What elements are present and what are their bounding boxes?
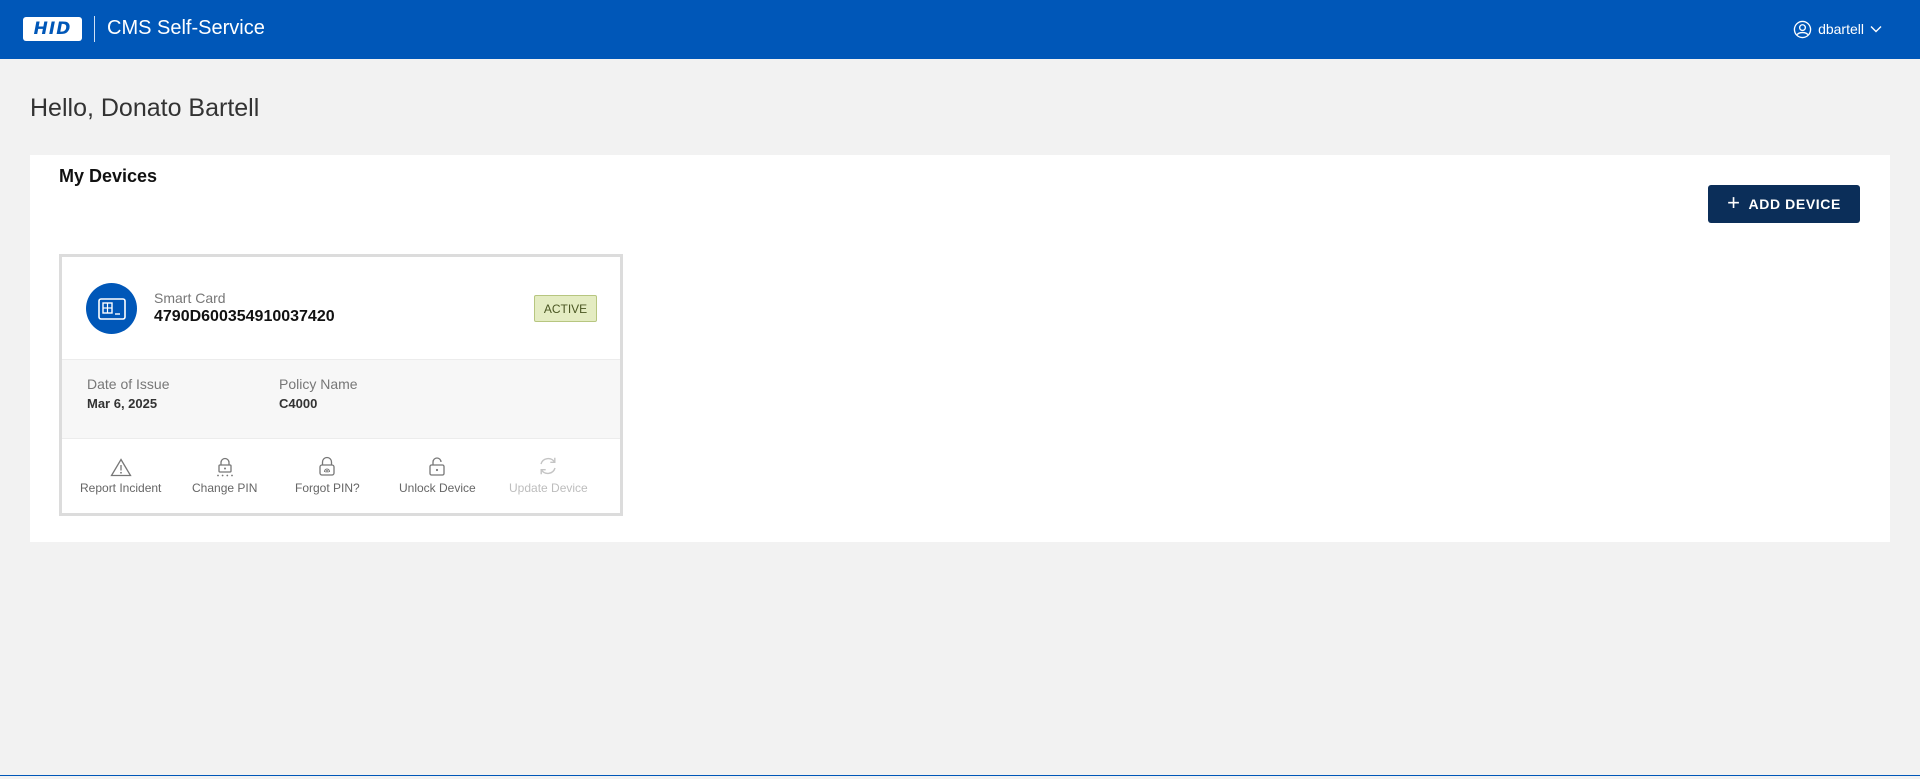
smart-card-icon bbox=[86, 283, 137, 334]
unlock-device-label: Unlock Device bbox=[399, 481, 476, 495]
user-menu[interactable]: dbartell bbox=[1793, 18, 1882, 40]
unlock-device-action[interactable]: Unlock Device bbox=[399, 455, 476, 495]
date-of-issue: Date of Issue Mar 6, 2025 bbox=[87, 376, 170, 411]
panel-title: My Devices bbox=[59, 166, 158, 186]
refresh-icon bbox=[537, 455, 559, 477]
device-serial: 4790D600354910037420 bbox=[154, 308, 335, 325]
device-details: Date of Issue Mar 6, 2025 Policy Name C4… bbox=[62, 359, 620, 439]
plus-icon: + bbox=[1727, 190, 1741, 215]
device-card: Smart Card 4790D600354910037420 ACTIVE D… bbox=[59, 254, 623, 516]
logo-divider bbox=[94, 16, 95, 42]
device-card-header: Smart Card 4790D600354910037420 ACTIVE bbox=[62, 257, 620, 359]
add-device-label: ADD DEVICE bbox=[1748, 196, 1841, 212]
warning-triangle-icon bbox=[110, 455, 132, 477]
greeting-heading: Hello, Donato Bartell bbox=[30, 94, 260, 122]
chevron-down-icon bbox=[1870, 25, 1882, 33]
date-of-issue-label: Date of Issue bbox=[87, 376, 170, 392]
policy-name-label: Policy Name bbox=[279, 376, 358, 392]
report-incident-action[interactable]: Report Incident bbox=[80, 455, 161, 495]
app-title: CMS Self-Service bbox=[107, 17, 265, 39]
device-type: Smart Card bbox=[154, 290, 226, 306]
update-device-label: Update Device bbox=[509, 481, 588, 495]
status-badge: ACTIVE bbox=[534, 295, 597, 322]
date-of-issue-value: Mar 6, 2025 bbox=[87, 396, 158, 411]
change-pin-label: Change PIN bbox=[192, 481, 258, 495]
lock-fingerprint-icon bbox=[317, 455, 337, 477]
add-device-button[interactable]: + ADD DEVICE bbox=[1708, 185, 1860, 223]
change-pin-action[interactable]: Change PIN bbox=[192, 455, 257, 495]
unlock-icon bbox=[427, 455, 447, 477]
forgot-pin-action[interactable]: Forgot PIN? bbox=[295, 455, 360, 495]
username-label: dbartell bbox=[1818, 21, 1864, 37]
logo-text: HID bbox=[33, 19, 72, 39]
my-devices-panel: My Devices + ADD DEVICE Smart Card 4790D… bbox=[30, 155, 1890, 542]
update-device-action[interactable]: Update Device bbox=[509, 455, 588, 495]
report-incident-label: Report Incident bbox=[80, 481, 162, 495]
policy-name-value: C4000 bbox=[279, 396, 318, 411]
lock-pin-icon bbox=[215, 455, 235, 477]
device-actions: Report Incident Change PIN Forgot PIN? U… bbox=[62, 439, 620, 513]
policy-name: Policy Name C4000 bbox=[279, 376, 358, 411]
top-bar: HID CMS Self-Service dbartell bbox=[0, 0, 1920, 59]
hid-logo[interactable]: HID bbox=[23, 17, 82, 41]
user-circle-icon bbox=[1793, 20, 1812, 39]
forgot-pin-label: Forgot PIN? bbox=[295, 481, 360, 495]
bottom-divider bbox=[0, 775, 1920, 776]
